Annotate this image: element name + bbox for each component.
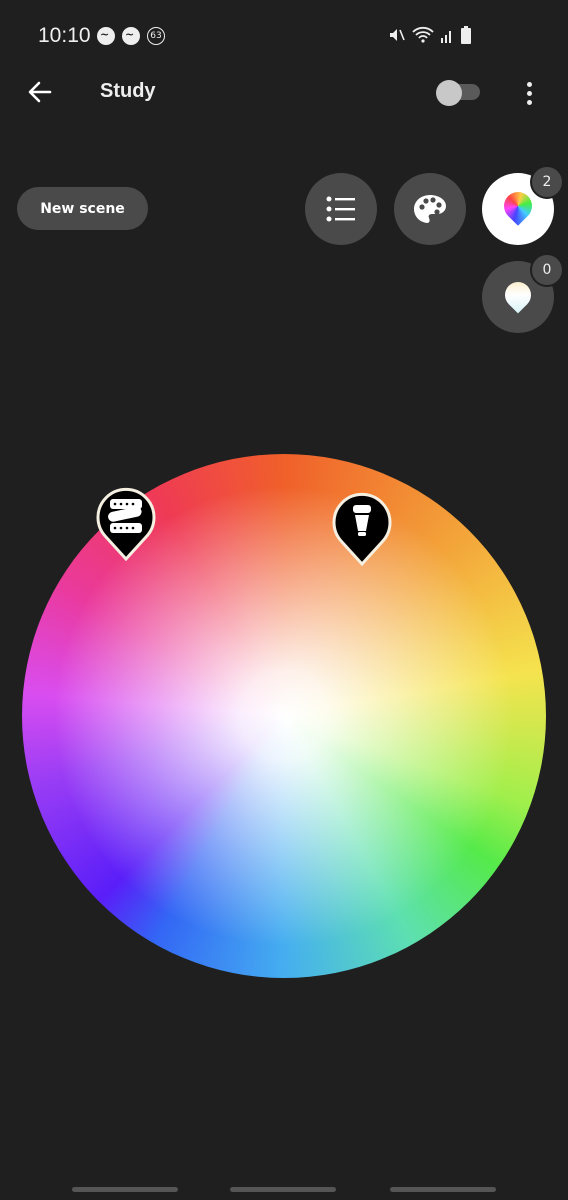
system-nav-bar bbox=[0, 1160, 568, 1200]
room-title: Study bbox=[100, 80, 156, 102]
nav-back-handle[interactable] bbox=[390, 1187, 496, 1192]
back-arrow-icon[interactable] bbox=[26, 78, 54, 106]
nav-recents-handle[interactable] bbox=[72, 1187, 178, 1192]
room-power-toggle[interactable] bbox=[436, 80, 480, 106]
toggle-knob bbox=[436, 80, 462, 106]
color-drop-icon bbox=[498, 186, 538, 226]
scene-palette-button[interactable] bbox=[394, 173, 466, 245]
status-time: 10:10 bbox=[38, 24, 91, 47]
lightstrip-icon bbox=[108, 499, 142, 533]
more-options-icon[interactable] bbox=[520, 80, 538, 106]
white-light-count-badge: 0 bbox=[530, 253, 564, 287]
battery-icon bbox=[461, 26, 471, 44]
color-light-count-badge: 2 bbox=[530, 165, 564, 199]
app-bar: Study bbox=[0, 62, 568, 122]
mute-icon bbox=[390, 29, 405, 41]
signal-icon bbox=[441, 31, 451, 43]
bulb-marker[interactable] bbox=[332, 492, 392, 566]
messenger-icon: ~ bbox=[97, 27, 115, 45]
notification-count-icon: 63 bbox=[147, 27, 165, 45]
status-bar: 10:10 ~ ~ 63 bbox=[0, 0, 568, 70]
wifi-icon bbox=[412, 26, 434, 43]
color-picker-button[interactable]: 2 bbox=[482, 165, 564, 245]
messenger-icon: ~ bbox=[122, 27, 140, 45]
palette-icon bbox=[414, 195, 446, 223]
nav-home-handle[interactable] bbox=[230, 1187, 336, 1192]
list-icon bbox=[326, 196, 355, 222]
lightstrip-marker[interactable] bbox=[96, 487, 156, 561]
white-drop-icon bbox=[499, 276, 537, 314]
system-icons bbox=[388, 26, 472, 44]
new-scene-button[interactable]: New scene bbox=[17, 187, 148, 230]
list-view-button[interactable] bbox=[305, 173, 377, 245]
white-picker-button[interactable]: 0 bbox=[482, 253, 564, 333]
